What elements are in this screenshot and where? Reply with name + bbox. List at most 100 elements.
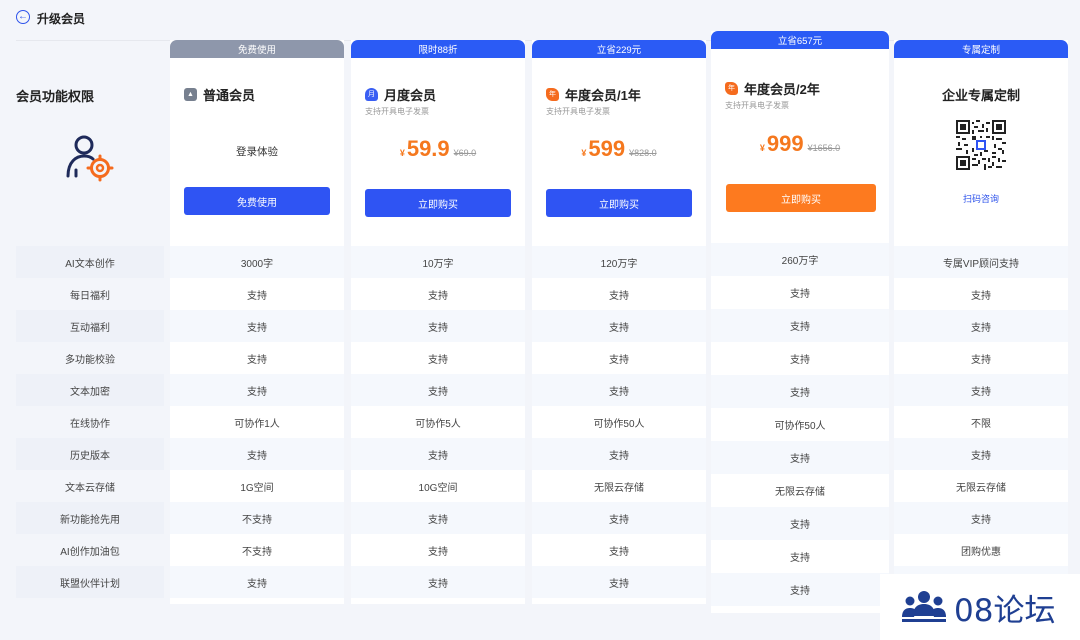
feature-cell: 支持 [170, 374, 344, 406]
feature-cell: 支持 [711, 375, 889, 408]
feature-label: 新功能抢先用 [16, 502, 164, 534]
original-price: ¥69.0 [453, 148, 477, 158]
plan-header: 年 年度会员/2年 [725, 79, 820, 98]
trial-label: 登录体验 [236, 146, 278, 158]
feature-cell: 支持 [170, 566, 344, 598]
price-value: 59.9 [406, 136, 450, 161]
feature-cell: 支持 [351, 502, 525, 534]
feature-label: AI文本创作 [16, 246, 164, 278]
feature-cell: 支持 [351, 438, 525, 470]
feature-cell: 支持 [894, 374, 1068, 406]
feature-label: 每日福利 [16, 278, 164, 310]
feature-cell: 支持 [351, 278, 525, 310]
user-settings-icon [66, 135, 114, 182]
original-price: ¥828.0 [629, 148, 657, 158]
feature-cell: 支持 [711, 309, 889, 342]
feature-cell: 可协作5人 [351, 406, 525, 438]
feature-cell: 支持 [351, 342, 525, 374]
free-use-button[interactable]: 免费使用 [184, 187, 330, 215]
feature-cell: 3000字 [170, 246, 344, 278]
feature-column-title: 会员功能权限 [16, 89, 95, 104]
buy-monthly-button[interactable]: 立即购买 [365, 189, 511, 217]
feature-cell: 120万字 [532, 246, 706, 278]
plan-header: 企业专属定制 [894, 85, 1068, 104]
feature-label: 在线协作 [16, 406, 164, 438]
top-bar: ← 升级会员 [0, 0, 1080, 40]
price-currency: ¥ [759, 143, 765, 153]
plan-banner: 立省229元 [532, 40, 706, 58]
feature-cell: 团购优惠 [894, 534, 1068, 566]
feature-label: 多功能校验 [16, 342, 164, 374]
plan-name: 年度会员/1年 [565, 88, 641, 103]
watermark-text: 08论坛 [954, 592, 1056, 629]
original-price: ¥1656.0 [807, 143, 841, 153]
plan-banner: 免费使用 [170, 40, 344, 58]
feature-cell: 支持 [532, 502, 706, 534]
people-group-icon [902, 591, 946, 622]
feature-cell: 无限云存储 [711, 474, 889, 507]
feature-cell: 支持 [170, 342, 344, 374]
feature-cell: 支持 [711, 573, 889, 606]
feature-cell: 10G空间 [351, 470, 525, 502]
invoice-note: 支持开具电子发票 [546, 107, 610, 116]
monthly-member-icon: 月 [365, 88, 378, 101]
feature-cell: 支持 [532, 438, 706, 470]
price-row: ¥ 599 ¥828.0 [532, 136, 706, 162]
feature-cell: 支持 [711, 507, 889, 540]
feature-cell: 支持 [532, 534, 706, 566]
annual-member-icon: 年 [546, 88, 559, 101]
feature-cell: 支持 [711, 342, 889, 375]
price-currency: ¥ [399, 148, 405, 158]
feature-cell: 支持 [711, 441, 889, 474]
plan-header: ▲ 普通会员 [184, 85, 255, 104]
feature-cell: 支持 [532, 342, 706, 374]
price-row: ¥ 59.9 ¥69.0 [351, 136, 525, 162]
buy-annual-1y-button[interactable]: 立即购买 [546, 189, 692, 217]
invoice-note: 支持开具电子发票 [725, 101, 789, 110]
feature-cell: 支持 [170, 278, 344, 310]
feature-cell: 支持 [894, 310, 1068, 342]
free-member-icon: ▲ [184, 88, 197, 101]
feature-label: AI创作加油包 [16, 534, 164, 566]
invoice-note: 支持开具电子发票 [365, 107, 429, 116]
feature-cell: 支持 [532, 566, 706, 598]
feature-cell: 支持 [351, 374, 525, 406]
feature-cell: 支持 [894, 502, 1068, 534]
feature-cell: 可协作50人 [711, 408, 889, 441]
plan-banner: 立省657元 [711, 31, 889, 49]
feature-cell: 支持 [711, 540, 889, 573]
two-year-member-icon: 年 [725, 82, 738, 95]
buy-annual-2y-button[interactable]: 立即购买 [726, 184, 876, 212]
price-value: 999 [766, 131, 804, 156]
plan-banner: 专属定制 [894, 40, 1068, 58]
feature-cell: 支持 [170, 310, 344, 342]
plan-card-free: 免费使用 ▲ 普通会员 登录体验 免费使用 3000字 支持 支持 支持 支持 可协作1人… [170, 40, 344, 604]
feature-cell: 支持 [170, 438, 344, 470]
qr-code-icon[interactable] [956, 120, 1006, 170]
feature-cell: 支持 [532, 278, 706, 310]
feature-cell: 支持 [894, 438, 1068, 470]
feature-cell: 260万字 [711, 243, 889, 276]
feature-cell: 支持 [351, 534, 525, 566]
feature-cell: 无限云存储 [532, 470, 706, 502]
feature-label: 历史版本 [16, 438, 164, 470]
plan-card-annual-1y: 立省229元 年 年度会员/1年 支持开具电子发票 ¥ 599 ¥828.0 立… [532, 40, 706, 604]
plan-card-annual-2y: 立省657元 年 年度会员/2年 支持开具电子发票 ¥ 999 ¥1656.0 … [711, 31, 889, 613]
plan-header: 月 月度会员 [365, 85, 436, 104]
feature-label: 联盟伙伴计划 [16, 566, 164, 598]
feature-cell: 支持 [532, 374, 706, 406]
scan-consult-link[interactable]: 扫码咨询 [894, 192, 1068, 205]
back-arrow-icon[interactable]: ← [16, 10, 30, 24]
feature-cell: 支持 [894, 342, 1068, 374]
plan-card-enterprise: 专属定制 企业专属定制 扫码咨询 专属VIP顾问支持 支持 支持 支持 支持 不限 支持 无限… [894, 40, 1068, 604]
price-row: ¥ 999 ¥1656.0 [711, 131, 889, 157]
feature-cell: 可协作1人 [170, 406, 344, 438]
feature-cell: 专属VIP顾问支持 [894, 246, 1068, 278]
plan-name: 月度会员 [384, 88, 437, 103]
feature-cell: 不支持 [170, 502, 344, 534]
feature-cell: 支持 [351, 310, 525, 342]
plan-name: 企业专属定制 [941, 88, 1020, 103]
feature-label: 文本云存储 [16, 470, 164, 502]
plan-card-monthly: 限时88折 月 月度会员 支持开具电子发票 ¥ 59.9 ¥69.0 立即购买 … [351, 40, 525, 604]
plan-name: 普通会员 [203, 88, 256, 103]
